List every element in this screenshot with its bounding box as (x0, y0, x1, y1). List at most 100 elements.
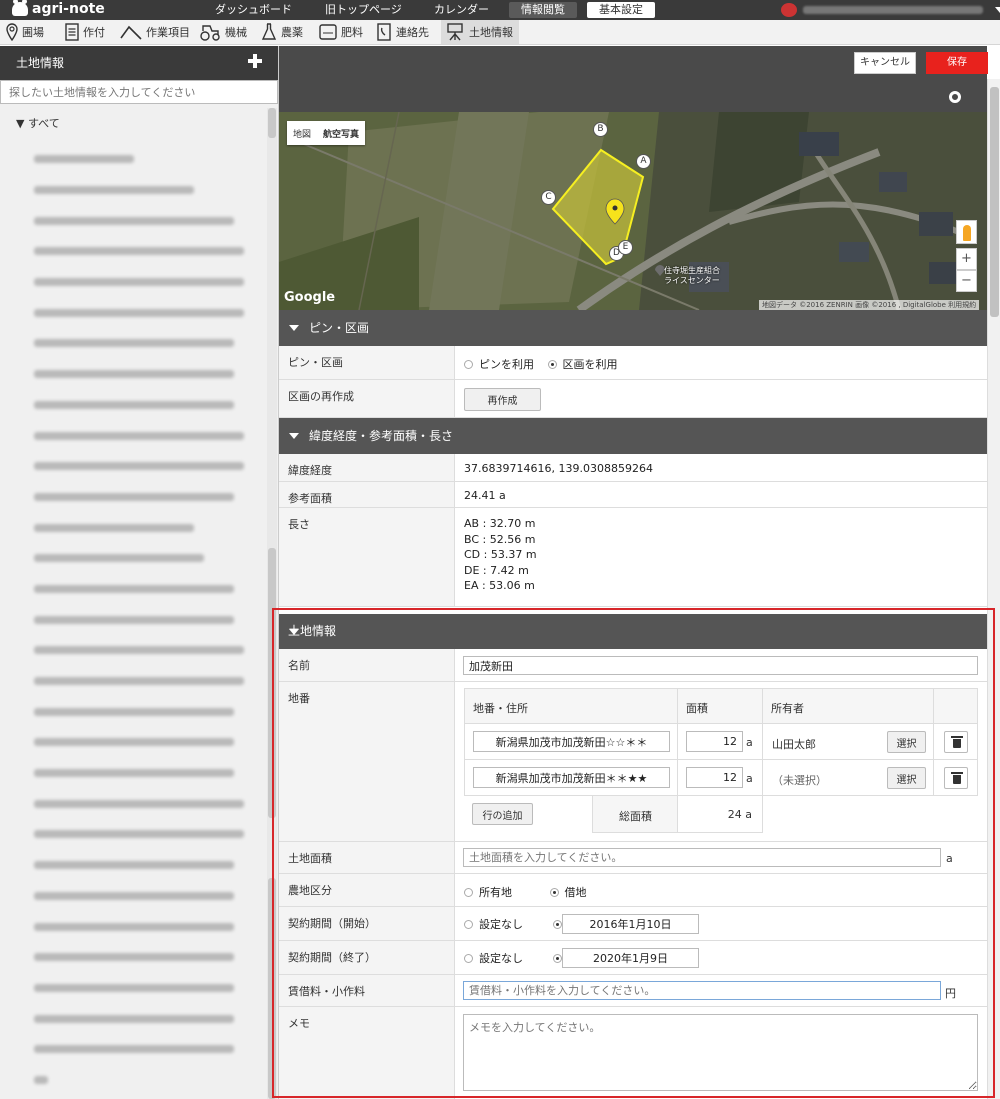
sidebar-list-item[interactable] (0, 420, 266, 451)
sidebar-all-toggle[interactable]: ▼ すべて (0, 108, 266, 140)
add-icon[interactable] (248, 54, 262, 68)
main-scroll-thumb[interactable] (990, 87, 999, 317)
sidebar-list-item[interactable] (0, 727, 266, 758)
street-view-pegman-icon[interactable] (956, 220, 977, 244)
sidebar-list-item[interactable] (0, 942, 266, 973)
sidebar-list-item[interactable] (0, 788, 266, 819)
tab-pesticides-label: 農薬 (281, 26, 303, 39)
sidebar-list-item[interactable] (0, 451, 266, 482)
sidebar-item-blurred-text (34, 1045, 234, 1054)
sidebar-list-item[interactable] (0, 144, 266, 175)
map-poi-label: 住寺堀生産組合 ライスセンター (664, 266, 720, 286)
sidebar: 土地情報 ▼ すべて (0, 46, 279, 1099)
tab-work-items[interactable]: 作業項目 (120, 20, 190, 44)
sidebar-list-item[interactable] (0, 635, 266, 666)
geo-section-header[interactable]: 緯度経度・参考面積・長さ (279, 418, 987, 454)
user-menu[interactable] (781, 3, 1000, 17)
vertex-marker-b[interactable]: B (593, 122, 608, 137)
sidebar-item-blurred-text (34, 523, 194, 532)
sidebar-list-item[interactable] (0, 850, 266, 881)
app-logo[interactable]: agri-note (12, 0, 105, 17)
sidebar-list-item[interactable] (0, 482, 266, 513)
gear-icon[interactable] (949, 91, 961, 103)
zoom-out-button[interactable]: − (956, 270, 977, 292)
map-type-map-button[interactable]: 地図 (287, 127, 317, 140)
map-pin-icon (6, 23, 18, 41)
sidebar-item-blurred-text (34, 186, 194, 195)
sidebar-list-item[interactable] (0, 758, 266, 789)
tab-machines[interactable]: 機械 (199, 20, 247, 44)
sidebar-list-item[interactable] (0, 1065, 266, 1096)
nav-old-top[interactable]: 旧トップページ (325, 0, 402, 20)
fertilizer-bag-icon (319, 24, 337, 40)
area-label: 参考面積 (279, 482, 455, 507)
sidebar-list-item[interactable] (0, 359, 266, 390)
nav-basic-settings[interactable]: 基本設定 (587, 2, 655, 18)
pin-mode-row: ピン・区画 ピンを利用 区画を利用 (279, 346, 987, 380)
sidebar-list-item[interactable] (0, 881, 266, 912)
tab-land-info[interactable]: 土地情報 (441, 20, 519, 44)
map-type-aerial-button[interactable]: 航空写真 (317, 127, 365, 140)
tab-pesticides[interactable]: 農薬 (261, 20, 303, 44)
surveyor-icon (447, 23, 463, 41)
sidebar-title: 土地情報 (16, 56, 65, 70)
tab-machines-label: 機械 (225, 26, 247, 39)
user-avatar (781, 3, 797, 17)
nav-dashboard[interactable]: ダッシュボード (215, 0, 292, 20)
zoom-in-button[interactable]: + (956, 248, 977, 270)
cancel-button[interactable]: キャンセル (854, 52, 916, 74)
length-label: 長さ (279, 508, 455, 606)
sidebar-item-blurred-text (34, 646, 244, 655)
sidebar-list-item[interactable] (0, 175, 266, 206)
sidebar-item-blurred-text (34, 247, 244, 256)
sidebar-item-blurred-text (34, 953, 234, 962)
tab-crops[interactable]: 作付 (65, 20, 105, 44)
sidebar-list-item[interactable] (0, 390, 266, 421)
save-button[interactable]: 保存 (926, 52, 988, 74)
vertex-marker-c[interactable]: C (541, 190, 556, 205)
vertex-marker-e[interactable]: E (618, 240, 633, 255)
sidebar-list-item[interactable] (0, 696, 266, 727)
sidebar-item-blurred-text (34, 492, 234, 501)
nav-info-view[interactable]: 情報閲覧 (509, 2, 577, 18)
sidebar-list-item[interactable] (0, 543, 266, 574)
pin-section-header[interactable]: ピン・区画 (279, 310, 987, 346)
vertex-marker-a[interactable]: A (636, 154, 651, 169)
sidebar-item-blurred-text (34, 216, 234, 225)
map-view[interactable]: B A C D E 住寺堀生産組合 ライスセンター 地図 航空写真 Google… (279, 112, 987, 310)
sidebar-list-item[interactable] (0, 1034, 266, 1065)
sidebar-list-item[interactable] (0, 574, 266, 605)
recreate-label: 区画の再作成 (279, 380, 455, 417)
sidebar-list-item[interactable] (0, 267, 266, 298)
sidebar-scroll-thumb[interactable] (268, 108, 276, 138)
sidebar-list-item[interactable] (0, 205, 266, 236)
sidebar-search-input[interactable] (0, 80, 278, 104)
tab-contacts[interactable]: 連絡先 (376, 20, 429, 44)
sidebar-list-item[interactable] (0, 666, 266, 697)
sidebar-list-item[interactable] (0, 512, 266, 543)
tab-fields[interactable]: 圃場 (6, 20, 44, 44)
nav-calendar[interactable]: カレンダー (434, 0, 489, 20)
sidebar-list-item[interactable] (0, 236, 266, 267)
length-ab: AB : 32.70 m (464, 517, 536, 530)
area-radio[interactable] (547, 360, 557, 369)
recreate-button[interactable]: 再作成 (464, 388, 541, 411)
sidebar-item-blurred-text (34, 891, 234, 900)
tab-fertilizers[interactable]: 肥料 (319, 20, 363, 44)
sidebar-list-item[interactable] (0, 973, 266, 1004)
pin-option-label: ピンを利用 (479, 358, 534, 371)
sidebar-item-blurred-text (34, 983, 234, 992)
sidebar-list-item[interactable] (0, 1003, 266, 1034)
category-nav: 圃場 作付 作業項目 機械 農薬 肥料 連絡先 土地情報 (0, 20, 1000, 45)
chevron-down-icon[interactable] (995, 7, 1000, 13)
latlng-value: 37.6839714616, 139.0308859264 (464, 462, 653, 475)
sidebar-item-blurred-text (34, 308, 244, 317)
sidebar-list-item[interactable] (0, 911, 266, 942)
sidebar-list-item[interactable] (0, 328, 266, 359)
tab-contacts-label: 連絡先 (396, 26, 429, 39)
sidebar-list-item[interactable] (0, 819, 266, 850)
sidebar-list-item[interactable] (0, 604, 266, 635)
sidebar-list-item[interactable] (0, 297, 266, 328)
pin-radio[interactable] (464, 360, 473, 369)
frog-logo-icon (12, 0, 28, 16)
